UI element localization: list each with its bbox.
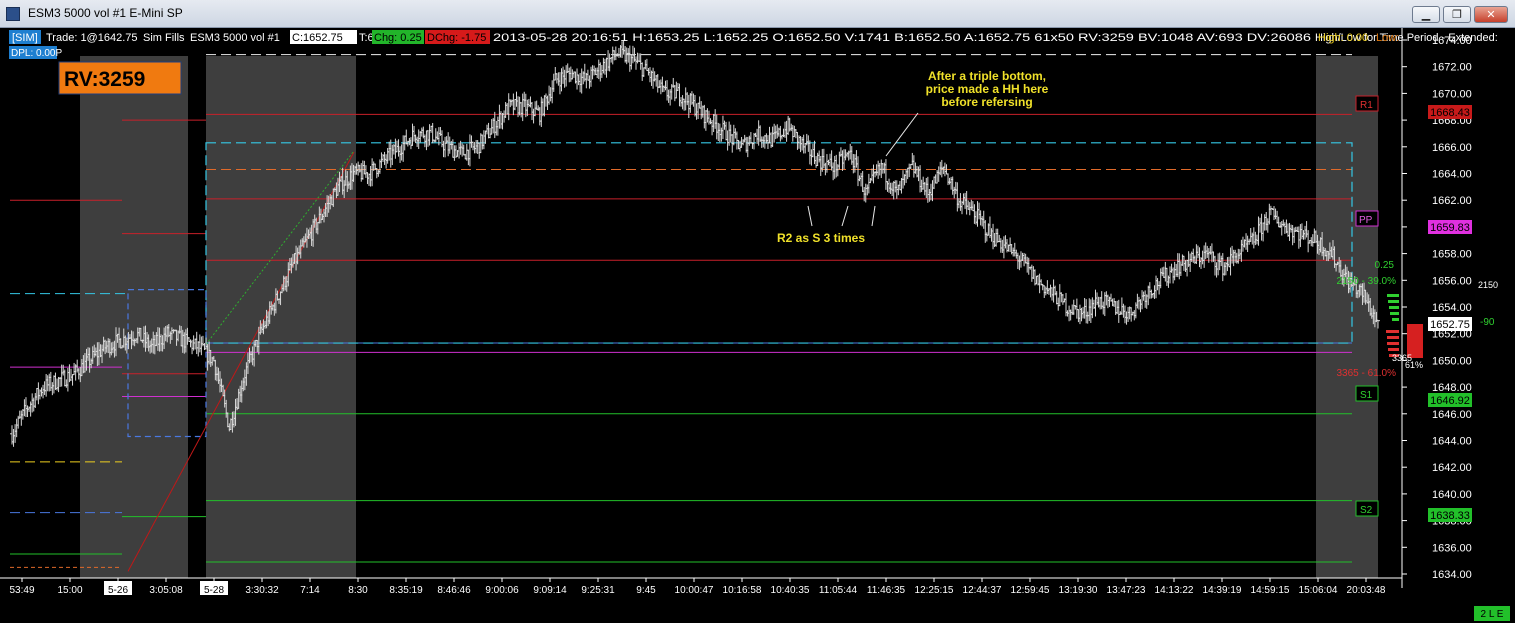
- price-axis-label: 1672.00: [1432, 62, 1472, 74]
- time-axis-label: 12:25:15: [915, 585, 954, 596]
- price-axis-label: 1650.00: [1432, 355, 1472, 367]
- price-axis-label: 1640.00: [1432, 489, 1472, 501]
- price-axis-label: 1636.00: [1432, 542, 1472, 554]
- annotation-r2: R2 as S 3 times: [777, 231, 865, 245]
- time-axis-label: 10:00:47: [675, 585, 714, 596]
- r1-value: 1668.43: [1430, 107, 1470, 119]
- annotation-line-1: After a triple bottom,: [928, 69, 1046, 83]
- session-shade: [80, 56, 188, 578]
- time-axis-label: 13:19:30: [1059, 585, 1098, 596]
- time-axis-label: 8:35:19: [389, 585, 423, 596]
- time-axis-label: 9:09:14: [533, 585, 567, 596]
- time-axis-label: 14:13:22: [1155, 585, 1194, 596]
- low-label: Low:: [1376, 32, 1399, 44]
- rv-label: RV:3259: [64, 68, 145, 91]
- price-axis-label: 1658.00: [1432, 249, 1472, 261]
- price-chart[interactable]: [SIM] Trade: 1@1642.75 Sim Fills ESM3 50…: [0, 28, 1515, 623]
- time-axis-label: 53:49: [9, 585, 34, 596]
- footer-badge-label: 2 L E: [1481, 609, 1504, 620]
- s2-tag-label: S2: [1360, 505, 1373, 516]
- high-label: High: 0.00: [1318, 32, 1368, 44]
- price-axis-label: 1654.00: [1432, 302, 1472, 314]
- app-icon: [6, 7, 20, 21]
- price-axis-label: 1662.00: [1432, 195, 1472, 207]
- chg-label: Chg: 0.25: [374, 32, 422, 44]
- r1-tag-label: R1: [1360, 100, 1373, 111]
- window-titlebar: ESM3 5000 vol #1 E-Mini SP ▁ ❐ ✕: [0, 0, 1515, 28]
- time-axis-label: 11:46:35: [867, 585, 906, 596]
- s1-tag-label: S1: [1360, 390, 1373, 401]
- time-axis-label: 8:30: [348, 585, 368, 596]
- close-button[interactable]: ✕: [1474, 6, 1508, 23]
- price-value: 1652.75: [1430, 319, 1470, 331]
- session-shade: [206, 56, 356, 578]
- price-axis-label: 1642.00: [1432, 462, 1472, 474]
- annotation-line-3: before refersing: [941, 95, 1032, 109]
- time-axis-label: 11:05:44: [819, 585, 858, 596]
- price-axis-label: 1664.00: [1432, 169, 1472, 181]
- pp-value: 1659.83: [1430, 222, 1470, 234]
- time-axis-label: 7:14: [300, 585, 320, 596]
- fills-label: Sim Fills: [143, 32, 185, 44]
- minimize-button[interactable]: ▁: [1412, 6, 1440, 23]
- s2-value: 1638.33: [1430, 510, 1470, 522]
- price-axis-label: 1656.00: [1432, 275, 1472, 287]
- time-axis-label: 14:59:15: [1251, 585, 1290, 596]
- time-axis-label: 12:59:45: [1011, 585, 1050, 596]
- time-axis-label: 12:44:37: [963, 585, 1002, 596]
- time-axis-label: 13:47:23: [1107, 585, 1146, 596]
- time-axis-label: 20:03:48: [1347, 585, 1386, 596]
- time-axis-label: 9:00:06: [485, 585, 519, 596]
- time-axis-label: 10:16:58: [723, 585, 762, 596]
- time-axis-label: 15:00: [57, 585, 82, 596]
- symbol-label: ESM3 5000 vol #1: [190, 32, 280, 44]
- session-shade: [1316, 56, 1378, 578]
- dchg-label: DChg: -1.75: [427, 32, 486, 44]
- pp-tag-label: PP: [1359, 215, 1373, 226]
- stat-up-tick: 0.25: [1375, 260, 1395, 271]
- price-axis-label: 1646.00: [1432, 409, 1472, 421]
- bid-label: -90: [1480, 317, 1495, 328]
- price-axis-label: 1644.00: [1432, 436, 1472, 448]
- time-axis-label: 5-28: [204, 585, 224, 596]
- time-axis-label: 14:39:19: [1203, 585, 1242, 596]
- time-axis-label: 3:30:32: [245, 585, 279, 596]
- stat-up-pct: 2150 - 39.0%: [1337, 276, 1397, 287]
- restore-button[interactable]: ❐: [1443, 6, 1471, 23]
- time-axis-label: 10:40:35: [771, 585, 810, 596]
- trade-label: Trade: 1@1642.75: [46, 32, 138, 44]
- side-pct: 61%: [1405, 360, 1423, 370]
- stat-down-pct: 3365 - 61.0%: [1337, 368, 1397, 379]
- window-title: ESM3 5000 vol #1 E-Mini SP: [28, 6, 183, 20]
- time-axis-label: 8:46:46: [437, 585, 471, 596]
- time-axis-label: 5-26: [108, 585, 128, 596]
- price-axis-label: 1648.00: [1432, 382, 1472, 394]
- info-label: 2013-05-28 20:16:51 H:1653.25 L:1652.25 …: [493, 32, 1311, 44]
- dpl-label: DPL: 0.00P: [11, 48, 62, 59]
- price-axis-label: 1666.00: [1432, 142, 1472, 154]
- time-axis-label: 15:06:04: [1299, 585, 1338, 596]
- sim-label: [SIM]: [12, 32, 38, 44]
- s1-value: 1646.92: [1430, 395, 1470, 407]
- annotation-line-2: price made a HH here: [926, 82, 1049, 96]
- side-top: 2150: [1478, 280, 1498, 290]
- close-label: C:1652.75: [292, 32, 343, 44]
- time-axis-label: 3:05:08: [149, 585, 183, 596]
- time-axis-label: 9:25:31: [581, 585, 615, 596]
- price-axis-label: 1634.00: [1432, 569, 1472, 581]
- price-axis-label: 1670.00: [1432, 88, 1472, 100]
- time-axis-label: 9:45: [636, 585, 656, 596]
- price-axis-label: 1674.00: [1432, 35, 1472, 47]
